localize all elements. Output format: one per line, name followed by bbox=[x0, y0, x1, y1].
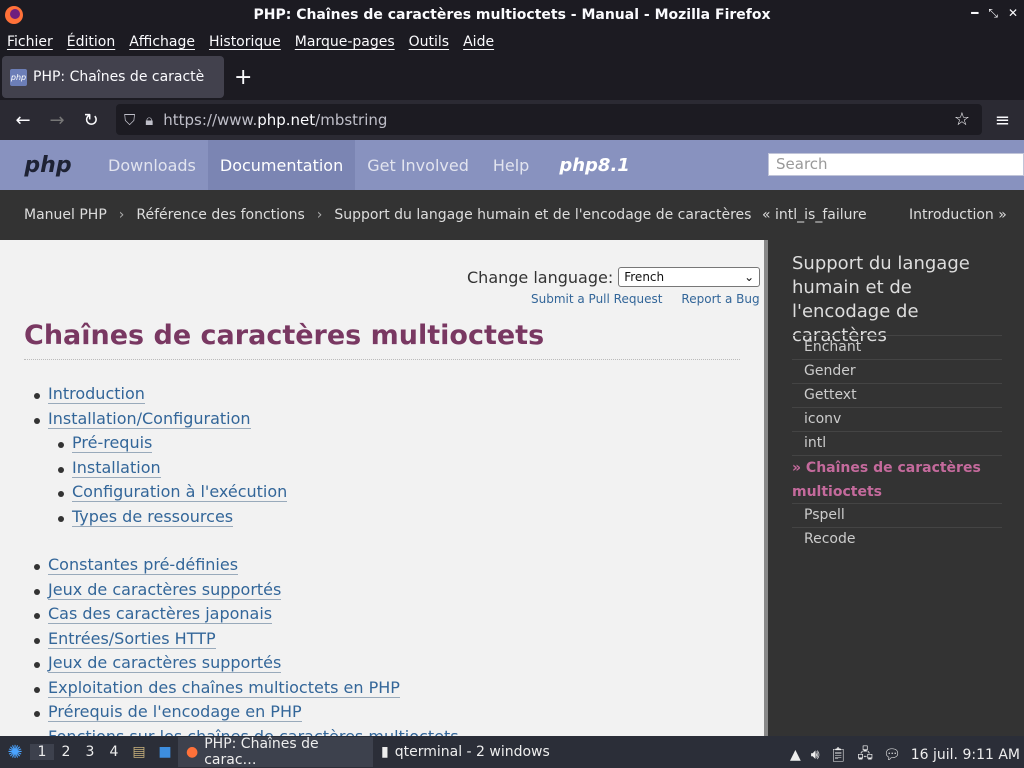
list-item[interactable]: Introduction bbox=[34, 384, 459, 409]
list-item[interactable]: Exploitation des chaînes multioctets en … bbox=[34, 677, 459, 703]
menu-affichage[interactable]: Affichage bbox=[129, 34, 195, 50]
sidebar-item[interactable]: Gender bbox=[792, 359, 1002, 383]
menu-fichier[interactable]: Fichier bbox=[7, 34, 53, 50]
list-item[interactable]: Installation bbox=[58, 457, 459, 483]
menu-marque-pages[interactable]: Marque-pages bbox=[295, 34, 395, 50]
taskbar-terminal[interactable]: ▮ qterminal - 2 windows bbox=[373, 737, 558, 767]
nav-documentation[interactable]: Documentation bbox=[207, 140, 356, 190]
list-item[interactable]: Jeux de caractères supportés bbox=[34, 579, 459, 605]
tab-bar: php PHP: Chaînes de caractè + bbox=[0, 54, 1024, 100]
tab-label: PHP: Chaînes de caractè bbox=[33, 69, 205, 85]
menu-edition[interactable]: Édition bbox=[67, 34, 115, 50]
window-titlebar: PHP: Chaînes de caractères multioctets -… bbox=[0, 0, 1024, 30]
php-header: php Downloads Documentation Get Involved… bbox=[0, 140, 1024, 190]
breadcrumb-item[interactable]: Référence des fonctions bbox=[136, 207, 304, 223]
workspace-4[interactable]: 4 bbox=[102, 744, 126, 760]
list-item[interactable]: Prérequis de l'encodage en PHP bbox=[34, 702, 459, 727]
nav-bar: ← → ↻ ⛉ 🔒︎ https://www.php.net/mbstring … bbox=[0, 100, 1024, 140]
minimize-icon[interactable]: ━ bbox=[971, 6, 978, 21]
taskbar: ✺ 1 2 3 4 ▤ ■ ● PHP: Chaînes de carac… ▮ q… bbox=[0, 736, 1024, 768]
nav-get-involved[interactable]: Get Involved bbox=[355, 140, 481, 190]
list-item[interactable]: Installation/Configuration bbox=[34, 408, 459, 434]
toc-list: Introduction Installation/Configuration … bbox=[34, 384, 459, 736]
chevron-down-icon: ⌄ bbox=[744, 270, 755, 284]
clipboard-icon[interactable]: 📋︎ bbox=[830, 747, 848, 763]
window-title: PHP: Chaînes de caractères multioctets -… bbox=[253, 7, 771, 23]
sidebar-item-current[interactable]: » Chaînes de caractères multioctets bbox=[792, 455, 1002, 503]
close-icon[interactable]: ✕ bbox=[1008, 6, 1018, 21]
list-item[interactable]: Entrées/Sorties HTTP bbox=[34, 628, 459, 654]
page-title: Chaînes de caractères multioctets bbox=[24, 320, 545, 351]
breadcrumb: Manuel PHP › Référence des fonctions › Sup… bbox=[0, 190, 1024, 240]
back-icon[interactable]: ← bbox=[6, 110, 40, 131]
new-tab-icon[interactable]: + bbox=[234, 65, 252, 90]
firefox-icon: ● bbox=[186, 744, 199, 760]
maximize-icon[interactable]: ⤡ bbox=[988, 6, 998, 21]
nav-downloads[interactable]: Downloads bbox=[96, 140, 208, 190]
main-content: Change language: French ⌄ Submit a Pull R… bbox=[0, 240, 764, 736]
sidebar-item[interactable]: Gettext bbox=[792, 383, 1002, 407]
sidebar-item[interactable]: Pspell bbox=[792, 503, 1002, 527]
network-icon[interactable]: 🖧 bbox=[857, 743, 873, 767]
report-bug-link[interactable]: Report a Bug bbox=[681, 292, 759, 306]
list-item[interactable]: Constantes pré-définies bbox=[34, 555, 459, 580]
sidebar-item[interactable]: iconv bbox=[792, 407, 1002, 431]
breadcrumb-item[interactable]: Manuel PHP bbox=[24, 207, 107, 223]
taskbar-firefox[interactable]: ● PHP: Chaînes de carac… bbox=[178, 736, 373, 768]
menu-bar: Fichier Édition Affichage Historique Mar… bbox=[0, 30, 1024, 54]
menu-historique[interactable]: Historique bbox=[209, 34, 281, 50]
pull-request-link[interactable]: Submit a Pull Request bbox=[531, 292, 662, 306]
reload-icon[interactable]: ↻ bbox=[74, 110, 108, 131]
browser-tab[interactable]: php PHP: Chaînes de caractè bbox=[2, 56, 224, 98]
url-text: https://www.php.net/mbstring bbox=[163, 110, 388, 129]
php-version-logo[interactable]: php8.1 bbox=[541, 140, 629, 190]
breadcrumb-separator: › bbox=[316, 207, 323, 223]
firefox-icon bbox=[4, 5, 24, 29]
menu-outils[interactable]: Outils bbox=[409, 34, 449, 50]
sidebar-item[interactable]: Recode bbox=[792, 527, 1002, 551]
list-item[interactable]: Pré-requis bbox=[58, 433, 459, 458]
bookmark-star-icon[interactable]: ☆ bbox=[954, 109, 970, 130]
nav-help[interactable]: Help bbox=[481, 140, 541, 190]
breadcrumb-item[interactable]: Support du langage humain et de l'encoda… bbox=[334, 207, 751, 223]
next-page-link[interactable]: Introduction » bbox=[909, 207, 1007, 223]
url-bar[interactable]: ⛉ 🔒︎ https://www.php.net/mbstring ☆ bbox=[116, 104, 982, 135]
shield-icon[interactable]: ⛉ bbox=[124, 111, 135, 129]
php-favicon-icon: php bbox=[10, 68, 27, 86]
menu-aide[interactable]: Aide bbox=[463, 34, 494, 50]
search-input[interactable]: Search bbox=[768, 153, 1024, 176]
volume-icon[interactable]: 🔊︎ bbox=[811, 747, 820, 763]
list-item[interactable]: Fonctions sur les chaînes de caractères … bbox=[34, 726, 459, 736]
list-item[interactable]: Types de ressources bbox=[58, 506, 459, 532]
list-item[interactable]: Cas des caractères japonais bbox=[34, 604, 459, 629]
sidebar-item[interactable]: Enchant bbox=[792, 335, 1002, 359]
breadcrumb-separator: › bbox=[118, 207, 125, 223]
terminal-icon: ▮ bbox=[381, 744, 389, 760]
php-logo[interactable]: php bbox=[0, 140, 96, 190]
file-manager-icon[interactable]: ▤ bbox=[126, 744, 152, 760]
language-selected-value: French bbox=[624, 270, 665, 284]
workspace-3[interactable]: 3 bbox=[78, 744, 102, 760]
hamburger-menu-icon[interactable]: ≡ bbox=[995, 110, 1010, 131]
prev-page-link[interactable]: « intl_is_failure bbox=[762, 207, 867, 223]
tray-up-icon[interactable]: ▲ bbox=[790, 747, 801, 763]
sidebar: Support du langage humain et de l'encoda… bbox=[768, 240, 1024, 736]
list-item[interactable]: Configuration à l'exécution bbox=[58, 482, 459, 507]
forward-icon[interactable]: → bbox=[40, 110, 74, 131]
lock-icon[interactable]: 🔒︎ bbox=[145, 111, 153, 129]
workspace-1[interactable]: 1 bbox=[30, 744, 54, 760]
clock[interactable]: 16 juil. 9:11 AM bbox=[911, 747, 1020, 763]
sidebar-item[interactable]: intl bbox=[792, 431, 1002, 455]
sidebar-title[interactable]: Support du langage humain et de l'encoda… bbox=[792, 252, 1002, 348]
workspace-2[interactable]: 2 bbox=[54, 744, 78, 760]
desktop-icon[interactable]: ■ bbox=[152, 744, 178, 760]
divider bbox=[24, 359, 740, 360]
language-select[interactable]: French ⌄ bbox=[618, 267, 761, 287]
notification-icon[interactable]: 💬︎ bbox=[883, 747, 901, 763]
list-item[interactable]: Jeux de caractères supportés bbox=[34, 653, 459, 678]
app-menu-icon[interactable]: ✺ bbox=[0, 742, 30, 763]
change-language-label: Change language: bbox=[467, 267, 614, 287]
